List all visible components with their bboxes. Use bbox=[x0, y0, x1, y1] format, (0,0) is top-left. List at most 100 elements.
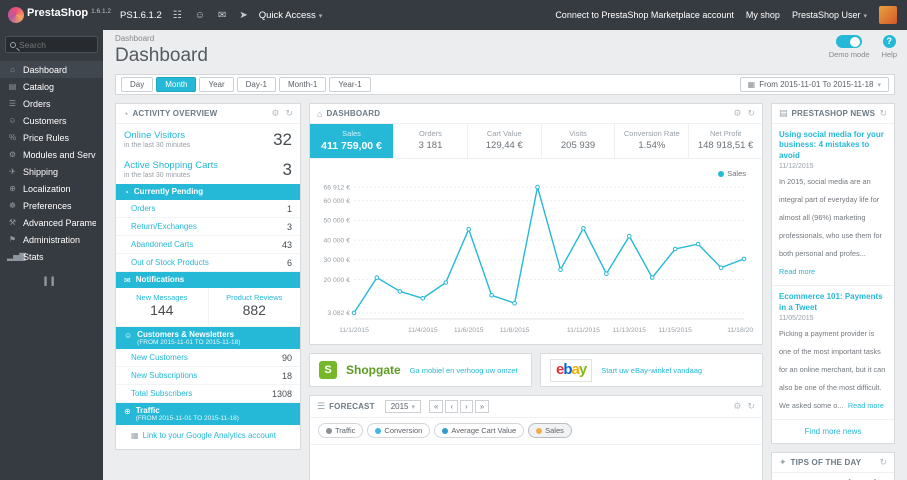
date-range-button[interactable]: ▦ From 2015-11-01 To 2015-11-18 bbox=[739, 77, 889, 92]
avatar[interactable] bbox=[879, 6, 897, 24]
total-subscribers-link[interactable]: Total Subscribers bbox=[131, 389, 272, 398]
shopgate-promo[interactable]: S Shopgate Ga mobiel en verhoog uw omzet bbox=[309, 353, 532, 387]
dashboard-panel-header: ⌂ DASHBOARD ⚙ ↻ bbox=[310, 104, 762, 124]
read-more-link[interactable]: Read more bbox=[848, 401, 884, 410]
notifications-cells: New Messages 144 Product Reviews 882 bbox=[116, 288, 300, 327]
filter-year-1-button[interactable]: Year-1 bbox=[329, 77, 371, 92]
sidebar-item-stats[interactable]: ▂▅▇ Stats bbox=[0, 248, 103, 265]
pending-orders-link[interactable]: Orders bbox=[131, 204, 287, 213]
last-year-button[interactable]: » bbox=[474, 400, 490, 413]
gear-icon[interactable]: ⚙ bbox=[733, 401, 741, 412]
forecast-year-select[interactable]: 2015 bbox=[384, 400, 421, 413]
home-icon: ⌂ bbox=[10, 65, 15, 74]
new-messages-cell[interactable]: New Messages 144 bbox=[116, 288, 209, 326]
forecast-nav: « ‹ › » bbox=[429, 400, 490, 413]
find-more-news-link[interactable]: Find more news bbox=[772, 420, 894, 443]
forecast-legend-average-cart-value[interactable]: Average Cart Value bbox=[434, 423, 525, 438]
abandoned-carts-row: Abandoned Carts 43 bbox=[116, 236, 300, 254]
sidebar-item-catalog[interactable]: ▤ Catalog bbox=[0, 78, 103, 95]
help-icon[interactable] bbox=[882, 35, 896, 48]
user-menu[interactable]: PrestaShop User bbox=[792, 10, 867, 20]
gear-icon[interactable]: ⚙ bbox=[271, 108, 279, 119]
refresh-icon[interactable]: ↻ bbox=[285, 108, 293, 119]
prestashop-logo-icon bbox=[8, 7, 24, 23]
refresh-icon[interactable]: ↻ bbox=[747, 108, 755, 119]
sales-dot bbox=[536, 427, 543, 434]
refresh-icon[interactable]: ↻ bbox=[747, 401, 755, 412]
dashboard-panel: ⌂ DASHBOARD ⚙ ↻ Sales 411 759,00 € Order… bbox=[309, 103, 763, 345]
conversion-dot bbox=[375, 427, 382, 434]
sidebar-item-administration[interactable]: ⚑ Administration bbox=[0, 231, 103, 248]
breadcrumb[interactable]: Dashboard bbox=[115, 34, 895, 43]
forecast-legend-conversion[interactable]: Conversion bbox=[367, 423, 431, 438]
product-reviews-cell[interactable]: Product Reviews 882 bbox=[209, 288, 301, 326]
kpi-tab-net-profit[interactable]: Net Profit 148 918,51 € bbox=[689, 124, 762, 158]
sidebar-item-localization[interactable]: ⊕ Localization bbox=[0, 180, 103, 197]
read-more-link[interactable]: Read more bbox=[779, 267, 815, 276]
kpi-tab-cart-value[interactable]: Cart Value 129,44 € bbox=[468, 124, 542, 158]
sidebar-item-price-rules[interactable]: % Price Rules bbox=[0, 129, 103, 146]
my-shop-link[interactable]: My shop bbox=[746, 10, 780, 20]
demo-mode-toggle[interactable] bbox=[836, 35, 863, 48]
sidebar-item-modules[interactable]: ⚙ Modules and Services bbox=[0, 146, 103, 163]
shopgate-link[interactable]: Ga mobiel en verhoog uw omzet bbox=[410, 366, 518, 375]
rocket-icon[interactable]: ➤ bbox=[237, 10, 249, 21]
filter-year-button[interactable]: Year bbox=[199, 77, 234, 92]
shopgate-logo: Shopgate bbox=[346, 363, 401, 377]
filter-day-button[interactable]: Day bbox=[121, 77, 154, 92]
activity-overview-panel: ◔ ACTIVITY OVERVIEW ⚙ ↻ Online Visitors … bbox=[115, 103, 301, 450]
notifications-header: ✉ Notifications bbox=[116, 272, 300, 288]
refresh-icon[interactable]: ↻ bbox=[879, 108, 887, 119]
marketplace-link[interactable]: Connect to PrestaShop Marketplace accoun… bbox=[555, 10, 734, 20]
google-analytics-link[interactable]: ▦ Link to your Google Analytics account bbox=[116, 425, 300, 449]
sidebar-item-preferences[interactable]: ☸ Preferences bbox=[0, 197, 103, 214]
wrench-icon: ⚒ bbox=[8, 218, 17, 227]
topbar-right: Connect to PrestaShop Marketplace accoun… bbox=[555, 6, 897, 24]
kpi-tab-conversion-rate[interactable]: Conversion Rate 1.54% bbox=[615, 124, 690, 158]
kpi-tab-orders[interactable]: Orders 3 181 bbox=[394, 124, 468, 158]
sidebar-item-shipping[interactable]: ✈ Shipping bbox=[0, 163, 103, 180]
pending-orders-row: Orders 1 bbox=[116, 200, 300, 218]
next-year-button[interactable]: › bbox=[460, 400, 473, 413]
filter-month-1-button[interactable]: Month-1 bbox=[278, 77, 327, 92]
active-carts-link[interactable]: Active Shopping Carts bbox=[124, 160, 283, 171]
online-visitors-stat: Online Visitors in the last 30 minutes 3… bbox=[124, 130, 292, 149]
ebay-promo[interactable]: ebay Start uw eBay-winkel vandaag bbox=[540, 353, 763, 387]
sidebar-search bbox=[5, 36, 98, 53]
first-year-button[interactable]: « bbox=[429, 400, 444, 413]
news-title-link[interactable]: Ecommerce 101: Payments in a Tweet bbox=[779, 292, 887, 313]
store-icon[interactable]: ☷ bbox=[171, 10, 184, 21]
online-visitors-link[interactable]: Online Visitors bbox=[124, 130, 273, 141]
prev-year-button[interactable]: ‹ bbox=[445, 400, 459, 413]
refresh-icon[interactable]: ↻ bbox=[879, 457, 887, 468]
news-item: Ecommerce 101: Payments in a Tweet 11/05… bbox=[772, 286, 894, 420]
sidebar-item-advanced-parameters[interactable]: ⚒ Advanced Parameters bbox=[0, 214, 103, 231]
filter-month-button[interactable]: Month bbox=[156, 77, 197, 92]
messages-icon[interactable]: ✉ bbox=[216, 10, 228, 21]
sidebar-item-orders[interactable]: ☰ Orders bbox=[0, 95, 103, 112]
chart-legend[interactable]: Sales bbox=[718, 169, 746, 178]
search-input[interactable] bbox=[19, 39, 93, 50]
ebay-link[interactable]: Start uw eBay-winkel vandaag bbox=[601, 366, 702, 375]
sidebar-collapse-button[interactable]: ▍▍ bbox=[0, 277, 103, 286]
prestashop-logo[interactable]: PrestaShop 1.6.1.2 bbox=[8, 7, 111, 23]
chevron-down-icon bbox=[877, 80, 881, 89]
forecast-chart-placeholder bbox=[310, 445, 762, 480]
kpi-tab-sales[interactable]: Sales 411 759,00 € bbox=[310, 124, 395, 158]
new-subscriptions-link[interactable]: New Subscriptions bbox=[131, 371, 282, 380]
customers-icon[interactable]: ☺ bbox=[193, 10, 207, 21]
out-of-stock-link[interactable]: Out of Stock Products bbox=[131, 258, 287, 267]
abandoned-carts-link[interactable]: Abandoned Carts bbox=[131, 240, 282, 249]
gear-icon[interactable]: ⚙ bbox=[733, 108, 741, 119]
kpi-tab-visits[interactable]: Visits 205 939 bbox=[542, 124, 616, 158]
filter-day-1-button[interactable]: Day-1 bbox=[236, 77, 276, 92]
forecast-legend-traffic[interactable]: Traffic bbox=[318, 423, 364, 438]
quick-access-button[interactable]: Quick Access bbox=[259, 10, 323, 21]
new-customers-link[interactable]: New Customers bbox=[131, 353, 282, 362]
return-exchanges-link[interactable]: Return/Exchanges bbox=[131, 222, 287, 231]
traffic-header: ⊕ Traffic (FROM 2015-11-01 TO 2015-11-18… bbox=[116, 403, 300, 425]
forecast-legend-sales[interactable]: Sales bbox=[528, 423, 572, 438]
sidebar-item-dashboard[interactable]: ⌂ Dashboard bbox=[0, 61, 103, 78]
sidebar-item-customers[interactable]: ☺ Customers bbox=[0, 112, 103, 129]
news-title-link[interactable]: Using social media for your business: 4 … bbox=[779, 130, 887, 161]
